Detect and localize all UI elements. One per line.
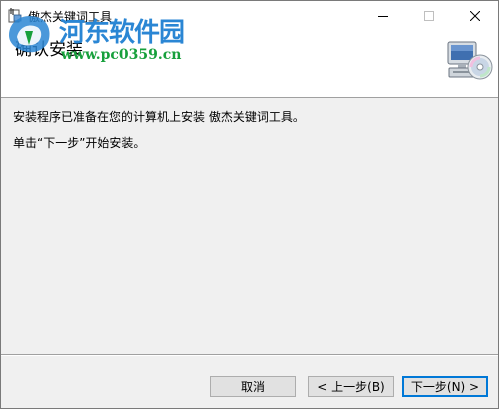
instruction-message: 单击“下一步”开始安装。 — [13, 136, 146, 150]
window-title: 傲杰关键词工具 — [28, 10, 113, 24]
back-button[interactable]: < 上一步(B) — [308, 376, 394, 397]
minimize-button[interactable] — [360, 1, 406, 31]
computer-disc-icon — [445, 37, 493, 85]
minimize-icon — [378, 11, 388, 21]
page-title: 确认安装 — [15, 40, 83, 60]
next-button[interactable]: 下一步(N) > — [402, 376, 488, 397]
installer-window: 傲杰关键词工具 确认安装 河东软件园 www.pc0359.cn 安装程序已准备… — [0, 0, 499, 409]
maximize-icon — [424, 11, 434, 21]
close-button[interactable] — [452, 1, 498, 31]
content-area: 安装程序已准备在您的计算机上安装 傲杰关键词工具。 单击“下一步”开始安装。 — [1, 98, 498, 354]
close-icon — [470, 11, 480, 21]
installer-icon — [8, 7, 22, 23]
maximize-button[interactable] — [406, 1, 452, 31]
cancel-button[interactable]: 取消 — [210, 376, 296, 397]
header-banner: 确认安装 — [1, 31, 498, 98]
separator — [1, 354, 498, 356]
title-bar[interactable]: 傲杰关键词工具 — [1, 1, 498, 31]
ready-message: 安装程序已准备在您的计算机上安装 傲杰关键词工具。 — [13, 110, 305, 124]
